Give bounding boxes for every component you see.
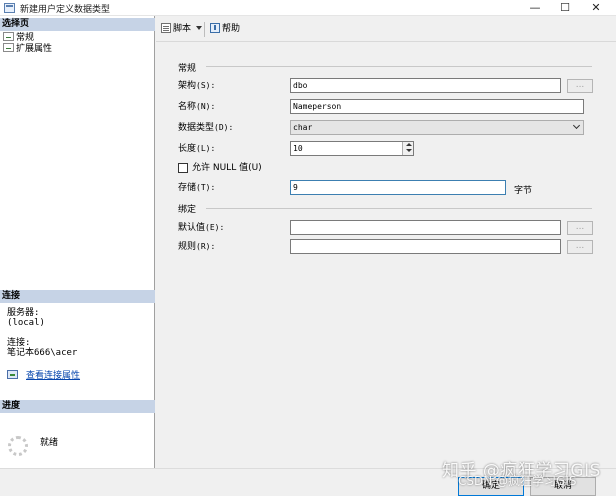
length-field[interactable]: 10 — [290, 141, 414, 156]
binding-group-title: 绑定 — [178, 205, 197, 215]
progress-status: 就绪 — [40, 438, 59, 448]
page-item-general[interactable]: 常规 — [3, 32, 34, 43]
view-connection-properties-link[interactable]: 查看连接属性 — [26, 368, 80, 381]
title-bar: 新建用户定义数据类型 — ☐ ✕ — [0, 0, 616, 16]
help-icon — [210, 23, 220, 33]
default-browse-button[interactable]: ... — [567, 221, 593, 235]
schema-browse-button[interactable]: ... — [567, 79, 593, 93]
rule-field[interactable] — [290, 239, 561, 254]
toolbar-divider — [204, 22, 205, 37]
allow-null-label: 允许 NULL 值(U) — [192, 163, 262, 173]
datatype-selected-value: char — [293, 123, 313, 132]
name-label-key: (N): — [196, 102, 216, 111]
script-icon — [161, 23, 171, 33]
page-item-label: 扩展属性 — [16, 44, 53, 54]
toolbar: 脚本 帮助 — [156, 16, 616, 42]
storage-unit: 字节 — [514, 186, 533, 196]
name-label-text: 名称 — [178, 102, 197, 112]
datatype-label: 数据类型(D): — [178, 122, 233, 134]
length-spinner[interactable] — [402, 142, 413, 155]
schema-label-key: (S): — [196, 81, 216, 90]
rule-label-text: 规则 — [178, 242, 197, 252]
maximize-button[interactable]: ☐ — [551, 0, 579, 16]
default-label-key: (E): — [205, 223, 225, 232]
connection-header: 连接 — [0, 290, 155, 303]
select-page-header: 选择页 — [0, 18, 155, 31]
allow-null-checkbox[interactable] — [178, 163, 188, 173]
help-button[interactable]: 帮助 — [210, 23, 240, 36]
help-label: 帮助 — [222, 24, 241, 34]
minimize-button[interactable]: — — [521, 0, 549, 16]
general-group-divider — [206, 66, 592, 67]
datatype-label-text: 数据类型 — [178, 123, 215, 133]
name-field[interactable]: Nameperson — [290, 99, 584, 114]
page-icon — [3, 32, 14, 41]
default-label: 默认值(E): — [178, 222, 224, 234]
connection-properties-icon — [7, 370, 18, 379]
name-label: 名称(N): — [178, 101, 215, 113]
default-label-text: 默认值 — [178, 223, 206, 233]
storage-field[interactable]: 9 — [290, 180, 506, 195]
length-value: 10 — [293, 144, 303, 153]
spin-down-icon[interactable] — [406, 149, 412, 152]
length-label-text: 长度 — [178, 144, 197, 154]
progress-spinner-icon — [8, 436, 28, 456]
left-pane: 选择页 常规 扩展属性 连接 服务器: (local) 连接: 笔记本666\a… — [0, 16, 155, 468]
connection-value: 笔记本666\acer — [7, 348, 78, 358]
page-item-label: 常规 — [16, 33, 35, 43]
storage-label-key: (T): — [196, 183, 216, 192]
script-button[interactable]: 脚本 — [161, 23, 203, 36]
datatype-select[interactable]: char — [290, 120, 584, 135]
server-label: 服务器: — [7, 308, 40, 318]
rule-label-key: (R): — [196, 242, 216, 251]
rule-browse-button[interactable]: ... — [567, 240, 593, 254]
script-label: 脚本 — [173, 24, 192, 34]
watermark-secondary: CSDN @疯狂学习GIS — [458, 474, 577, 488]
storage-label: 存储(T): — [178, 182, 215, 194]
spin-up-icon[interactable] — [406, 143, 412, 146]
length-label-key: (L): — [196, 144, 216, 153]
storage-label-text: 存储 — [178, 183, 197, 193]
schema-label-text: 架构 — [178, 81, 197, 91]
window-title: 新建用户定义数据类型 — [20, 5, 111, 15]
binding-group-divider — [206, 208, 592, 209]
default-field[interactable] — [290, 220, 561, 235]
chevron-down-icon — [196, 26, 203, 30]
length-label: 长度(L): — [178, 143, 215, 155]
schema-label: 架构(S): — [178, 80, 215, 92]
chevron-down-icon — [572, 121, 581, 130]
page-icon — [3, 43, 14, 52]
close-button[interactable]: ✕ — [582, 0, 610, 16]
rule-label: 规则(R): — [178, 241, 215, 253]
progress-header: 进度 — [0, 400, 155, 413]
page-item-extended-properties[interactable]: 扩展属性 — [3, 43, 52, 54]
connection-label: 连接: — [7, 338, 31, 348]
datatype-label-key: (D): — [214, 123, 234, 132]
schema-field[interactable]: dbo — [290, 78, 561, 93]
app-icon — [4, 3, 15, 13]
right-pane: 脚本 帮助 常规 架构(S): dbo ... 名称(N): Nameperso… — [156, 16, 616, 468]
general-group-title: 常规 — [178, 64, 197, 74]
server-value: (local) — [7, 318, 45, 328]
